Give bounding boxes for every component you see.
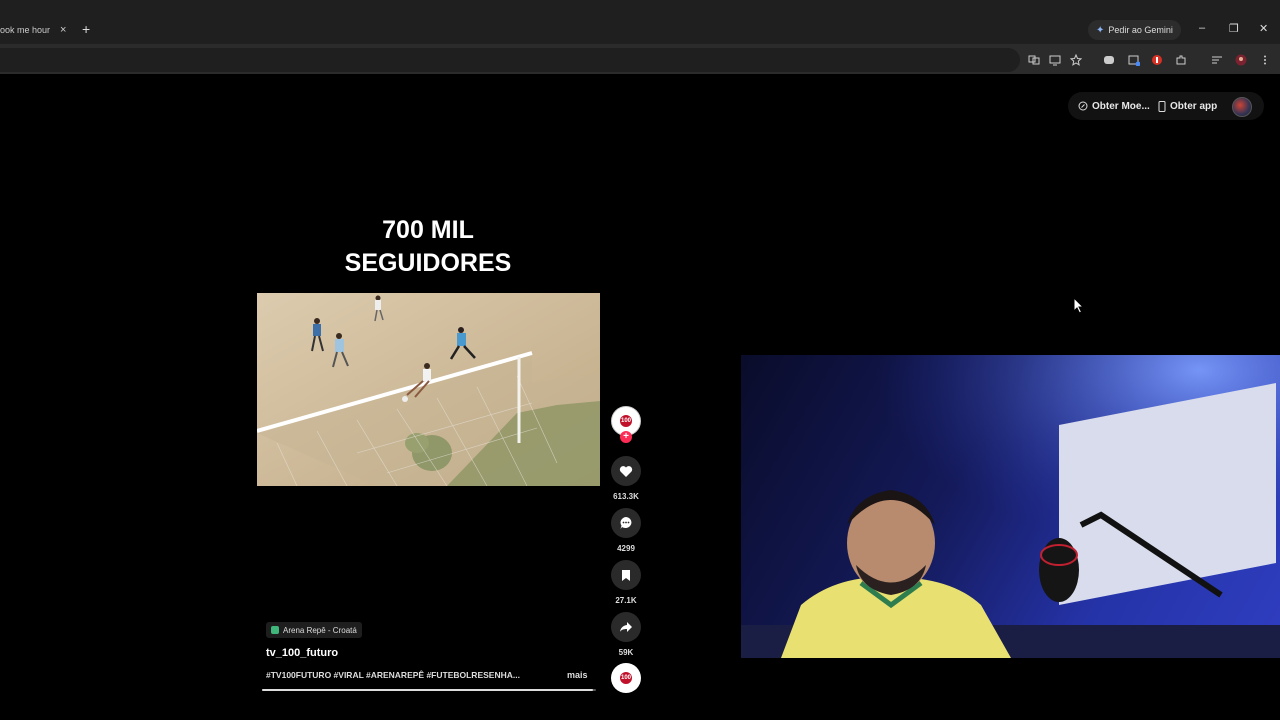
comment-action[interactable]: 4299 [611, 508, 641, 553]
video-progress-bar[interactable] [262, 689, 596, 691]
more-button[interactable]: mais [567, 670, 588, 680]
translate-icon[interactable] [1028, 54, 1040, 66]
creator-logo: 100 [620, 415, 632, 427]
coin-icon [1078, 101, 1088, 111]
restore-button[interactable]: ❐ [1229, 22, 1239, 35]
get-coins-label: Obter Moe... [1092, 100, 1150, 112]
user-avatar[interactable] [1232, 97, 1252, 117]
location-tag[interactable]: Arena Repê - Croatá [266, 622, 362, 638]
minimize-button[interactable]: – [1199, 22, 1205, 34]
music-disc[interactable]: 100 [611, 663, 641, 693]
save-action[interactable]: 27.1K [611, 560, 641, 605]
bookmark-star-icon[interactable] [1070, 54, 1082, 66]
share-action[interactable]: 59K [611, 612, 641, 657]
webcam-scene-illustration [741, 355, 1280, 658]
webcam-overlay [741, 355, 1280, 658]
tab-close-icon[interactable]: × [60, 24, 66, 36]
address-bar[interactable] [0, 48, 1020, 72]
video-frame-illustration [257, 293, 600, 486]
reading-list-icon[interactable] [1211, 54, 1223, 66]
tab-title: ook me hours t [0, 25, 50, 35]
follow-plus-icon[interactable]: + [620, 431, 632, 443]
headline-line-2: SEGUIDORES [344, 249, 512, 277]
bookmark-icon [622, 569, 630, 581]
gemini-label: Pedir ao Gemini [1108, 25, 1173, 35]
install-app-icon[interactable] [1049, 54, 1061, 66]
share-arrow-icon [620, 622, 632, 632]
save-count: 27.1K [615, 596, 637, 605]
get-coins-button[interactable]: Obter Moe... [1078, 96, 1150, 116]
creator-username[interactable]: tv_100_futuro [266, 647, 338, 659]
location-icon [271, 626, 279, 634]
comment-button[interactable] [611, 508, 641, 538]
extension-discord-icon[interactable] [1103, 54, 1115, 66]
video-progress-fill [262, 689, 593, 691]
video-player[interactable] [257, 293, 600, 486]
gemini-star-icon: ✦ [1096, 24, 1105, 36]
gemini-button[interactable]: ✦ Pedir ao Gemini [1088, 20, 1181, 40]
get-app-label: Obter app [1170, 100, 1218, 112]
extensions-puzzle-icon[interactable] [1175, 54, 1187, 66]
new-tab-button[interactable]: + [82, 21, 90, 37]
profile-avatar-icon[interactable] [1235, 54, 1247, 66]
location-label: Arena Repê - Croatá [283, 625, 357, 635]
share-button[interactable] [611, 612, 641, 642]
browser-menu-icon[interactable] [1259, 54, 1271, 66]
browser-toolbar [0, 44, 1280, 74]
heart-icon [619, 465, 633, 477]
phone-icon [1158, 100, 1166, 112]
mouse-cursor-icon [1073, 297, 1085, 314]
save-button[interactable] [611, 560, 641, 590]
browser-tab[interactable]: ook me hours t × [0, 16, 72, 44]
like-button[interactable] [611, 456, 641, 486]
close-window-button[interactable]: ✕ [1259, 22, 1268, 35]
music-disc-logo: 100 [620, 672, 632, 684]
extension-record-icon[interactable] [1151, 54, 1163, 66]
like-action[interactable]: 613.3K [611, 456, 641, 501]
comment-icon [620, 517, 632, 529]
get-app-button[interactable]: Obter app [1158, 96, 1217, 116]
browser-tab-bar: ook me hours t × + ✦ Pedir ao Gemini – ❐… [0, 0, 1280, 44]
caption-hashtags[interactable]: #TV100FUTURO #VIRAL #ARENAREPÊ #FUTEBOLR… [266, 670, 544, 680]
comment-count: 4299 [617, 544, 635, 553]
headline-line-1: 700 MIL [382, 216, 474, 244]
share-count: 59K [618, 648, 634, 657]
video-headline: 700 MIL SEGUIDORES [258, 214, 598, 280]
like-count: 613.3K [613, 492, 639, 501]
extension-window-icon[interactable] [1128, 54, 1140, 66]
